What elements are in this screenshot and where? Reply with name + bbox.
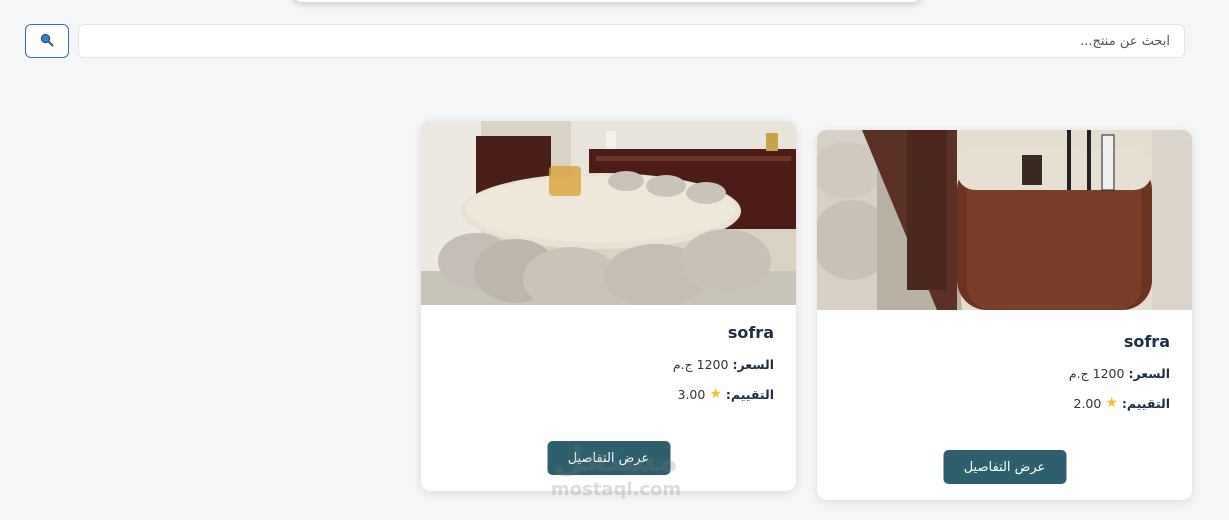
product-rating: التقييم: ★ 3.00 xyxy=(678,386,775,402)
product-price: السعر: 1200 ج.م xyxy=(1069,366,1170,381)
price-label: السعر: xyxy=(1128,366,1170,381)
product-card: sofra السعر: 1200 ج.م التقييم: ★ 3.00 عر… xyxy=(421,121,796,491)
view-details-button[interactable]: عرض التفاصيل xyxy=(943,450,1066,484)
search-icon xyxy=(40,33,54,50)
product-name: sofra xyxy=(727,323,774,342)
price-value: 1200 ج.م xyxy=(672,357,729,372)
rating-value: 2.00 xyxy=(1073,395,1102,411)
rating-label: التقييم: xyxy=(1121,395,1170,411)
star-icon: ★ xyxy=(709,386,722,402)
top-dropdown-edge xyxy=(292,0,922,2)
view-details-button[interactable]: عرض التفاصيل xyxy=(547,441,670,475)
search-button[interactable] xyxy=(25,24,69,58)
product-card: sofra السعر: 1200 ج.م التقييم: ★ 2.00 عر… xyxy=(817,130,1192,500)
product-image[interactable] xyxy=(421,121,796,305)
price-value: 1200 ج.م xyxy=(1068,366,1125,381)
star-icon: ★ xyxy=(1105,395,1118,411)
search-input[interactable] xyxy=(78,24,1185,58)
product-name: sofra xyxy=(1123,332,1170,351)
rating-label: التقييم: xyxy=(725,386,774,402)
product-image[interactable] xyxy=(817,130,1192,310)
product-rating: التقييم: ★ 2.00 xyxy=(1074,395,1171,411)
price-label: السعر: xyxy=(732,357,774,372)
product-price: السعر: 1200 ج.م xyxy=(673,357,774,372)
rating-value: 3.00 xyxy=(677,386,706,402)
